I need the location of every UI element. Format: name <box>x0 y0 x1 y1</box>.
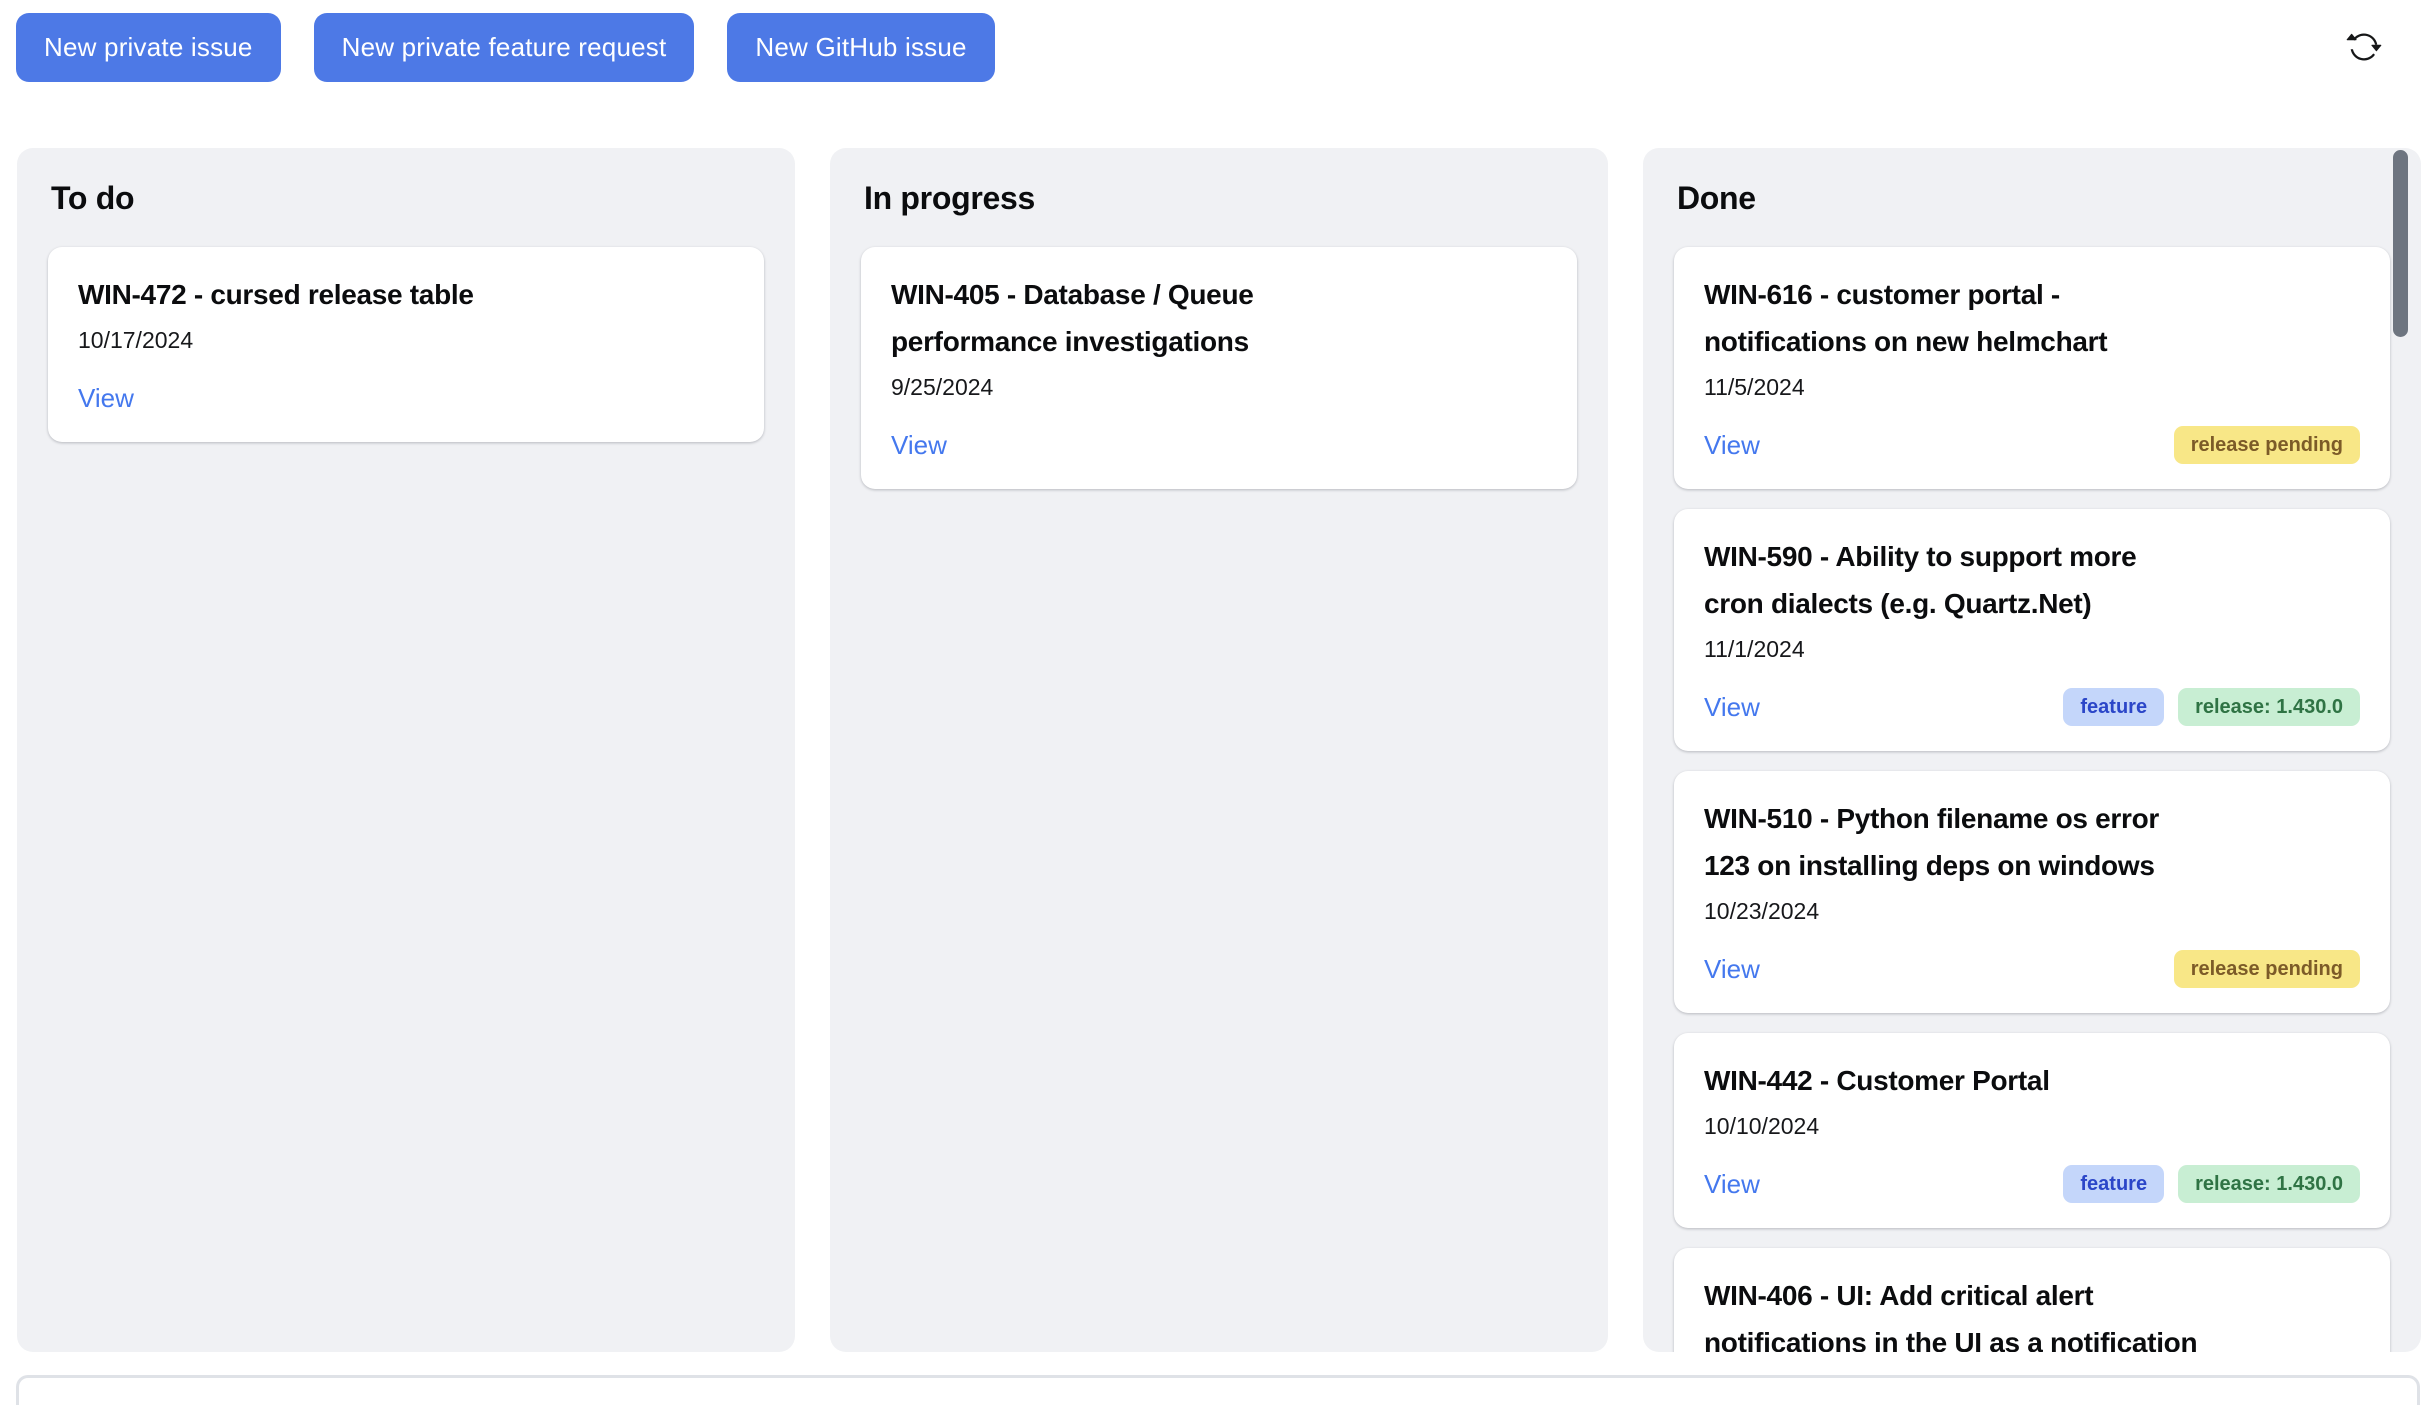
card-footer: View release pending <box>1704 947 2360 991</box>
scrollbar-thumb[interactable] <box>2393 150 2408 337</box>
column-title: To do <box>51 180 764 217</box>
card-date: 11/1/2024 <box>1704 633 2360 665</box>
issue-card[interactable]: WIN-510 - Python filename os error123 on… <box>1674 771 2390 1013</box>
card-title-line: notifications in the UI as a notificatio… <box>1704 1319 2360 1352</box>
card-title: WIN-405 - Database / Queueperformance in… <box>891 271 1547 365</box>
card-date: 10/17/2024 <box>78 324 734 356</box>
card-title: WIN-510 - Python filename os error123 on… <box>1704 795 2360 889</box>
badge-list: feature release: 1.430.0 <box>2063 1165 2360 1203</box>
card-title-line: cron dialects (e.g. Quartz.Net) <box>1704 580 2360 627</box>
feature-badge: feature <box>2063 688 2164 726</box>
card-title-line: WIN-405 - Database / Queue <box>891 271 1547 318</box>
card-list: WIN-616 - customer portal -notifications… <box>1674 247 2390 1352</box>
feature-badge: feature <box>2063 1165 2164 1203</box>
card-title-line: WIN-616 - customer portal - <box>1704 271 2360 318</box>
card-title: WIN-616 - customer portal -notifications… <box>1704 271 2360 365</box>
card-title: WIN-472 - cursed release table <box>78 271 734 318</box>
badge-list: release pending <box>2174 950 2360 988</box>
pending-badge: release pending <box>2174 950 2360 988</box>
card-title: WIN-590 - Ability to support morecron di… <box>1704 533 2360 627</box>
view-link[interactable]: View <box>78 383 134 414</box>
card-title-line: performance investigations <box>891 318 1547 365</box>
issue-card[interactable]: WIN-616 - customer portal -notifications… <box>1674 247 2390 489</box>
new-private-feature-request-button[interactable]: New private feature request <box>314 13 695 82</box>
refresh-icon <box>2346 29 2382 65</box>
column-title: Done <box>1677 180 2390 217</box>
view-link[interactable]: View <box>891 430 947 461</box>
view-link[interactable]: View <box>1704 1169 1760 1200</box>
release-badge: release: 1.430.0 <box>2178 688 2360 726</box>
card-footer: View <box>891 423 1547 467</box>
issue-card[interactable]: WIN-405 - Database / Queueperformance in… <box>861 247 1577 489</box>
badge-list: feature release: 1.430.0 <box>2063 688 2360 726</box>
column-done: DoneWIN-616 - customer portal -notificat… <box>1643 148 2421 1352</box>
card-title-line: WIN-472 - cursed release table <box>78 271 734 318</box>
issue-card[interactable]: WIN-406 - UI: Add critical alertnotifica… <box>1674 1248 2390 1352</box>
card-date: 9/25/2024 <box>891 371 1547 403</box>
card-list: WIN-472 - cursed release table 10/17/2024… <box>48 247 764 442</box>
view-link[interactable]: View <box>1704 430 1760 461</box>
card-title: WIN-442 - Customer Portal <box>1704 1057 2360 1104</box>
column-title: In progress <box>864 180 1577 217</box>
card-title-line: WIN-442 - Customer Portal <box>1704 1057 2360 1104</box>
card-date: 11/5/2024 <box>1704 371 2360 403</box>
card-footer: View feature release: 1.430.0 <box>1704 1162 2360 1206</box>
card-title-line: 123 on installing deps on windows <box>1704 842 2360 889</box>
column-in-progress: In progress WIN-405 - Database / Queueper… <box>830 148 1608 1352</box>
new-github-issue-button[interactable]: New GitHub issue <box>727 13 994 82</box>
new-private-issue-button[interactable]: New private issue <box>16 13 281 82</box>
card-title-line: WIN-406 - UI: Add critical alert <box>1704 1272 2360 1319</box>
card-footer: View feature release: 1.430.0 <box>1704 685 2360 729</box>
card-title-line: notifications on new helmchart <box>1704 318 2360 365</box>
issue-card[interactable]: WIN-472 - cursed release table 10/17/2024… <box>48 247 764 442</box>
card-date: 10/23/2024 <box>1704 895 2360 927</box>
view-link[interactable]: View <box>1704 692 1760 723</box>
view-link[interactable]: View <box>1704 954 1760 985</box>
issue-card[interactable]: WIN-442 - Customer Portal 10/10/2024 View f… <box>1674 1033 2390 1228</box>
below-fold-panel-edge <box>16 1375 2420 1405</box>
badge-list: release pending <box>2174 426 2360 464</box>
refresh-button[interactable] <box>2340 23 2388 71</box>
card-title-line: WIN-510 - Python filename os error <box>1704 795 2360 842</box>
card-footer: View release pending <box>1704 423 2360 467</box>
card-title: WIN-406 - UI: Add critical alertnotifica… <box>1704 1272 2360 1352</box>
issue-card[interactable]: WIN-590 - Ability to support morecron di… <box>1674 509 2390 751</box>
release-badge: release: 1.430.0 <box>2178 1165 2360 1203</box>
toolbar: New private issue New private feature re… <box>0 0 2432 82</box>
pending-badge: release pending <box>2174 426 2360 464</box>
card-date: 10/10/2024 <box>1704 1110 2360 1142</box>
column-to-do: To do WIN-472 - cursed release table 10/17… <box>17 148 795 1352</box>
card-list: WIN-405 - Database / Queueperformance in… <box>861 247 1577 489</box>
card-title-line: WIN-590 - Ability to support more <box>1704 533 2360 580</box>
board: To do WIN-472 - cursed release table 10/17… <box>0 148 2432 1352</box>
card-footer: View <box>78 376 734 420</box>
